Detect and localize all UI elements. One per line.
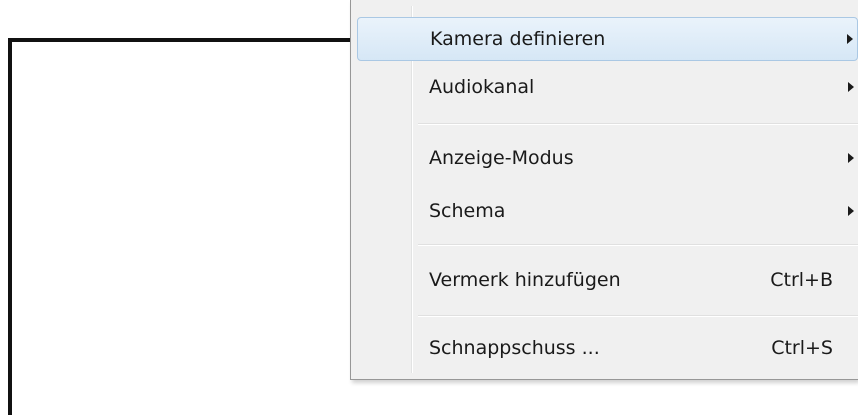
submenu-arrow-icon: [848, 82, 854, 92]
menu-item-audiokanal[interactable]: Audiokanal: [357, 65, 858, 109]
submenu-arrow-icon: [848, 206, 854, 216]
submenu-arrow-icon: [847, 34, 853, 44]
callout-line-vertical: [8, 38, 12, 415]
context-menu: Kamera definieren Audiokanal Anzeige-Mod…: [350, 0, 858, 380]
menu-separator: [418, 244, 858, 246]
menu-item-shortcut: Ctrl+B: [770, 269, 833, 291]
menu-item-label: Kamera definieren: [430, 28, 606, 50]
menu-separator: [418, 123, 858, 125]
menu-item-schema[interactable]: Schema: [357, 189, 858, 233]
menu-item-label: Schema: [429, 200, 506, 222]
menu-item-shortcut: Ctrl+S: [771, 337, 833, 359]
callout-line-horizontal: [8, 38, 354, 42]
menu-item-label: Schnappschuss ...: [429, 337, 600, 359]
menu-item-kamera-definieren[interactable]: Kamera definieren: [357, 17, 858, 61]
menu-item-label: Vermerk hinzufügen: [429, 269, 621, 291]
menu-item-label: Anzeige-Modus: [429, 147, 574, 169]
menu-item-label: Audiokanal: [429, 76, 535, 98]
menu-item-vermerk-hinzufuegen[interactable]: Vermerk hinzufügen Ctrl+B: [357, 258, 858, 302]
submenu-arrow-icon: [848, 153, 854, 163]
menu-item-schnappschuss[interactable]: Schnappschuss ... Ctrl+S: [357, 326, 858, 370]
menu-separator: [418, 315, 858, 317]
menu-item-anzeige-modus[interactable]: Anzeige-Modus: [357, 136, 858, 180]
